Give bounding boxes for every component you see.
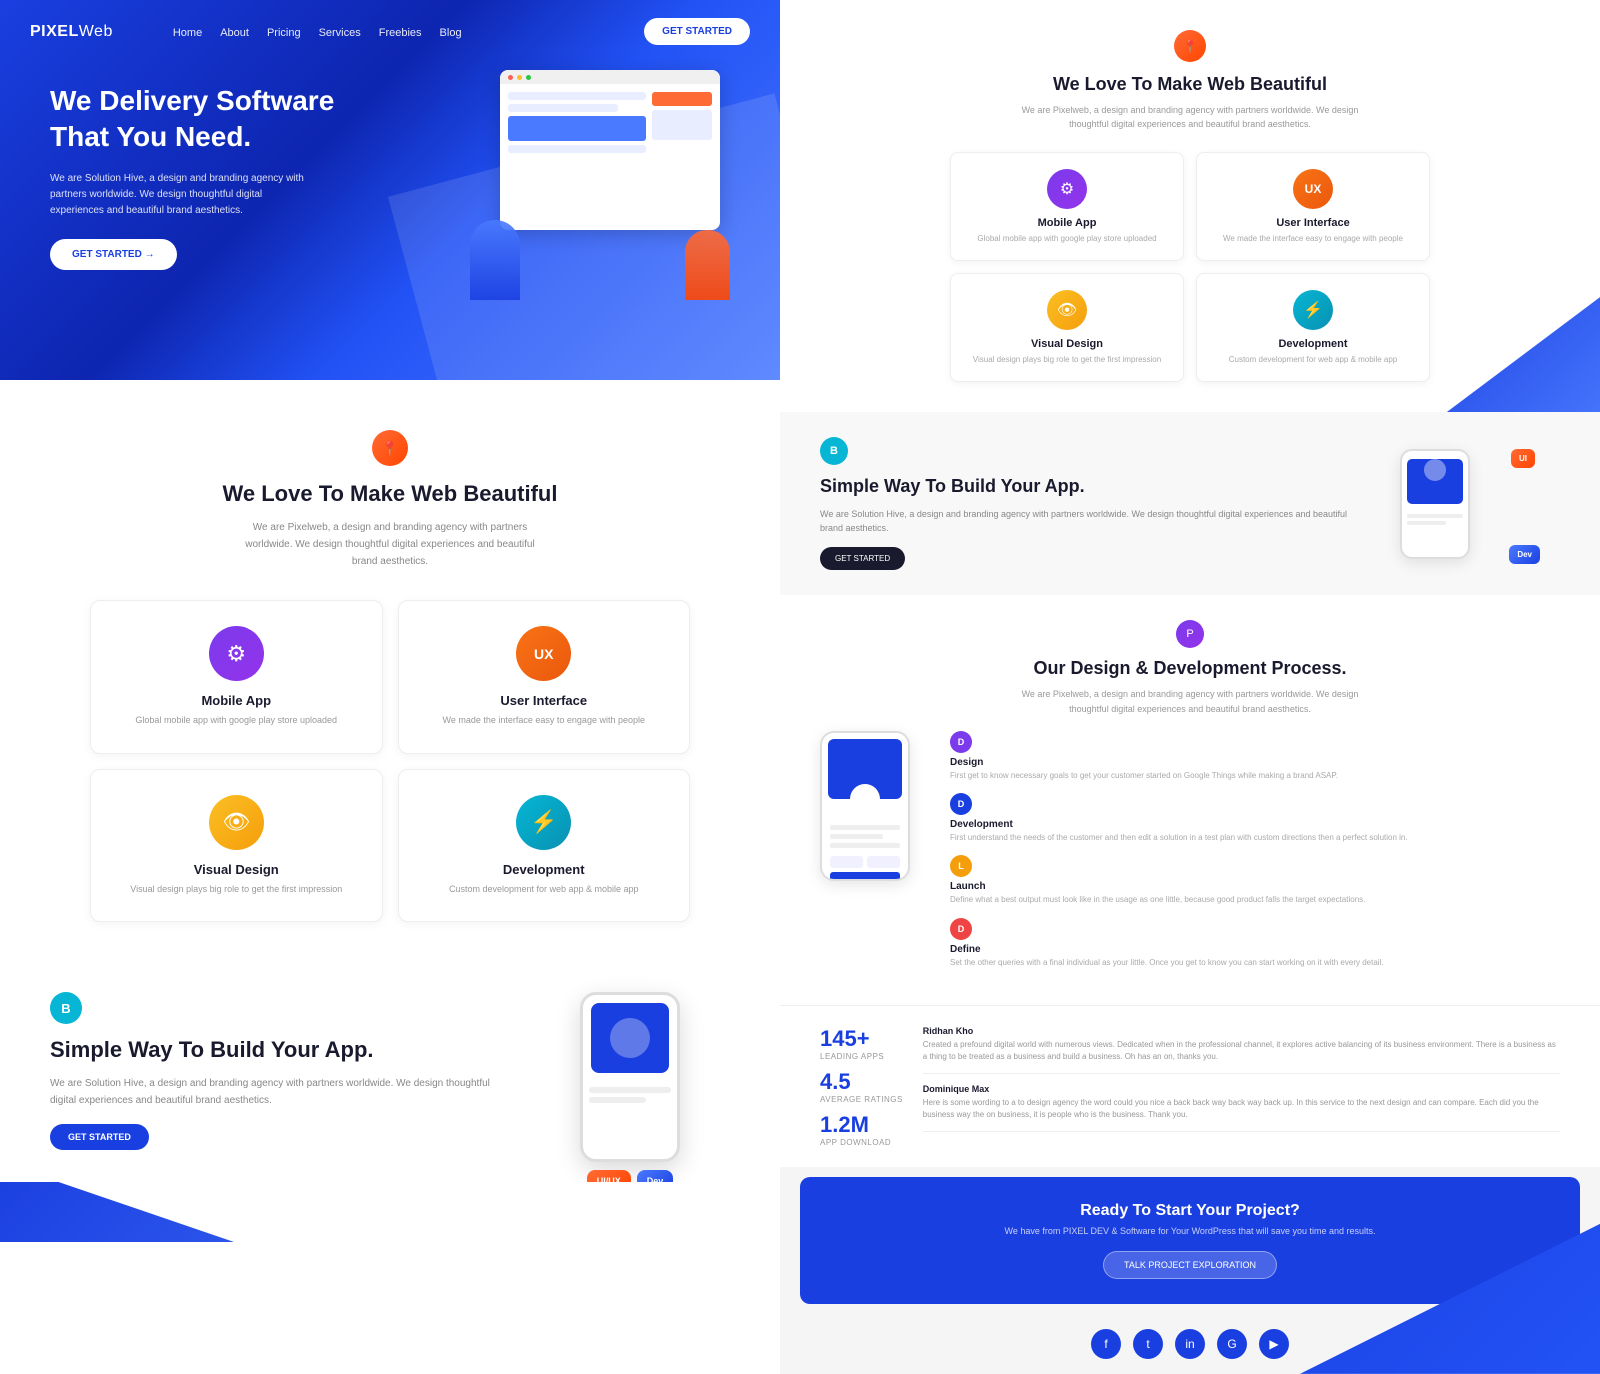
right-badge: 📍 [1174, 30, 1206, 62]
testimonial-1: Ridhan Kho Created a prefound digital wo… [923, 1026, 1560, 1074]
nav-home[interactable]: Home [173, 23, 202, 41]
rb-description: We are Solution Hive, a design and brand… [820, 507, 1355, 536]
services-grid: ⚙ Mobile App Global mobile app with goog… [90, 600, 690, 922]
right-service-mobile: ⚙ Mobile App Global mobile app with goog… [950, 152, 1184, 261]
nav-cta-button[interactable]: GET STARTED [644, 18, 750, 45]
right-service-ui: UX User Interface We made the interface … [1196, 152, 1430, 261]
ui-icon: UX [516, 626, 571, 681]
left-panel: PIXELWeb Home About Pricing Services Fre… [0, 0, 780, 1374]
design-badge: D [950, 731, 972, 753]
stats-numbers: 145+ LEADING APPS 4.5 AVERAGE RATINGS 1.… [820, 1026, 903, 1147]
process-step-define: D Define Set the other queries with a fi… [950, 918, 1560, 968]
launch-badge: L [950, 855, 972, 877]
process-step-design: D Design First get to know necessary goa… [950, 731, 1560, 781]
navbar: PIXELWeb Home About Pricing Services Fre… [0, 0, 780, 63]
service-card-ui: UX User Interface We made the interface … [398, 600, 691, 754]
rb-badge: B [820, 437, 848, 465]
social-youtube[interactable]: ▶ [1259, 1329, 1289, 1359]
stat-rating: 4.5 AVERAGE RATINGS [820, 1069, 903, 1104]
service-card-dev: ⚡ Development Custom development for web… [398, 769, 691, 923]
social-facebook[interactable]: f [1091, 1329, 1121, 1359]
dev-desc: Custom development for web app & mobile … [419, 883, 670, 897]
stat-downloads: 1.2M APP DOWNLOAD [820, 1112, 903, 1147]
social-linkedin[interactable]: in [1175, 1329, 1205, 1359]
rb-title: Simple Way To Build Your App. [820, 475, 1355, 498]
services-title: We Love To Make Web Beautiful [30, 481, 750, 507]
process-section: P Our Design & Development Process. We a… [780, 595, 1600, 1005]
cta-title: Ready To Start Your Project? [840, 1202, 1540, 1220]
service-card-visual: 👁 Visual Design Visual design plays big … [90, 769, 383, 923]
nav-about[interactable]: About [220, 23, 249, 41]
dev-icon: ⚡ [516, 795, 571, 850]
right-service-dev: ⚡ Development Custom development for web… [1196, 273, 1430, 382]
build-badge: B [50, 992, 82, 1024]
services-badge: 📍 [372, 430, 408, 466]
right-services-title: We Love To Make Web Beautiful [820, 74, 1560, 95]
nav-blog[interactable]: Blog [440, 23, 462, 41]
right-services-section: 📍 We Love To Make Web Beautiful We are P… [780, 0, 1600, 412]
ui-desc: We made the interface easy to engage wit… [419, 714, 670, 728]
rb-illustration: UI Dev [1380, 444, 1560, 564]
hero-content: We Delivery Software That You Need. We a… [0, 63, 780, 290]
nav-pricing[interactable]: Pricing [267, 23, 301, 41]
process-badge: P [1176, 620, 1204, 648]
social-twitter[interactable]: t [1133, 1329, 1163, 1359]
right-visual-icon: 👁 [1047, 290, 1087, 330]
mobile-app-name: Mobile App [111, 693, 362, 708]
right-services-grid: ⚙ Mobile App Global mobile app with goog… [950, 152, 1430, 382]
rb-cta-button[interactable]: GET STARTED [820, 547, 905, 570]
visual-desc: Visual design plays big role to get the … [111, 883, 362, 897]
build-section: B Simple Way To Build Your App. We are S… [0, 962, 780, 1182]
dev-name: Development [419, 862, 670, 877]
visual-icon: 👁 [209, 795, 264, 850]
visual-name: Visual Design [111, 862, 362, 877]
hero-section: PIXELWeb Home About Pricing Services Fre… [0, 0, 780, 380]
process-title: Our Design & Development Process. [820, 658, 1560, 679]
stats-section: 145+ LEADING APPS 4.5 AVERAGE RATINGS 1.… [780, 1005, 1600, 1167]
right-mobile-icon: ⚙ [1047, 169, 1087, 209]
right-ui-icon: UX [1293, 169, 1333, 209]
cta-button[interactable]: TALK PROJECT EXPLORATION [1103, 1251, 1277, 1279]
build-title: Simple Way To Build Your App. [50, 1036, 500, 1065]
process-steps: D Design First get to know necessary goa… [950, 731, 1560, 980]
build-description: We are Solution Hive, a design and brand… [50, 1075, 500, 1109]
nav-services[interactable]: Services [319, 23, 361, 41]
hero-description: We are Solution Hive, a design and brand… [50, 171, 310, 219]
nav-links: Home About Pricing Services Freebies Blo… [173, 23, 462, 41]
right-service-visual: 👁 Visual Design Visual design plays big … [950, 273, 1184, 382]
mobile-app-desc: Global mobile app with google play store… [111, 714, 362, 728]
social-google[interactable]: G [1217, 1329, 1247, 1359]
services-section: 📍 We Love To Make Web Beautiful We are P… [0, 380, 780, 962]
process-step-launch: L Launch Define what a best output must … [950, 855, 1560, 905]
stat-apps: 145+ LEADING APPS [820, 1026, 903, 1061]
service-card-mobile: ⚙ Mobile App Global mobile app with goog… [90, 600, 383, 754]
hero-title: We Delivery Software That You Need. [50, 83, 350, 156]
dev-step-badge: D [950, 793, 972, 815]
testimonials: Ridhan Kho Created a prefound digital wo… [923, 1026, 1560, 1147]
cta-section: Ready To Start Your Project? We have fro… [800, 1177, 1580, 1304]
mobile-app-icon: ⚙ [209, 626, 264, 681]
nav-freebies[interactable]: Freebies [379, 23, 422, 41]
process-step-dev: D Development First understand the needs… [950, 793, 1560, 843]
right-dev-icon: ⚡ [1293, 290, 1333, 330]
right-services-desc: We are Pixelweb, a design and branding a… [1015, 103, 1365, 132]
process-phone-illustration [820, 731, 940, 881]
hero-cta-button[interactable]: GET STARTED → [50, 239, 177, 270]
right-panel: 📍 We Love To Make Web Beautiful We are P… [780, 0, 1600, 1374]
ui-name: User Interface [419, 693, 670, 708]
build-cta-button[interactable]: GET STARTED [50, 1124, 149, 1150]
testimonial-2: Dominique Max Here is some wording to a … [923, 1084, 1560, 1132]
right-build-section: B Simple Way To Build Your App. We are S… [780, 412, 1600, 595]
cta-description: We have from PIXEL DEV & Software for Yo… [840, 1226, 1540, 1236]
define-badge: D [950, 918, 972, 940]
logo: PIXELWeb [30, 23, 113, 41]
process-flow: D Design First get to know necessary goa… [820, 731, 1560, 980]
build-illustration: UI/UX Dev [530, 992, 730, 1152]
process-description: We are Pixelweb, a design and branding a… [1015, 687, 1365, 716]
services-description: We are Pixelweb, a design and branding a… [240, 519, 540, 570]
